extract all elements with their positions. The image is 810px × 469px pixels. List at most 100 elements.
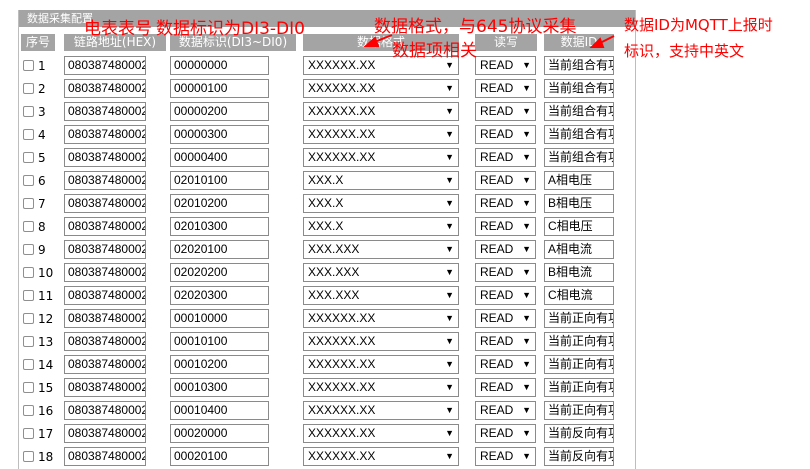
identifier-input[interactable]: 02010200 (170, 194, 269, 213)
identifier-input[interactable]: 00020100 (170, 447, 269, 466)
rw-select[interactable]: READ ▼ (475, 309, 536, 328)
address-input[interactable]: 080387480002 (64, 148, 146, 167)
data-id-input[interactable]: 当前组合有功 (544, 148, 614, 167)
data-id-input[interactable]: 当前正向有功 (544, 378, 614, 397)
data-id-input[interactable]: 当前组合有功 (544, 56, 614, 75)
address-input[interactable]: 080387480002 (64, 102, 146, 121)
format-select[interactable]: XXXXXX.XX ▼ (303, 378, 459, 397)
address-input[interactable]: 080387480002 (64, 309, 146, 328)
identifier-input[interactable]: 00000100 (170, 79, 269, 98)
rw-select[interactable]: READ ▼ (475, 286, 536, 305)
data-id-input[interactable]: B相电流 (544, 263, 614, 282)
rw-select[interactable]: READ ▼ (475, 263, 536, 282)
format-select[interactable]: XXXXXX.XX ▼ (303, 102, 459, 121)
address-input[interactable]: 080387480002 (64, 171, 146, 190)
format-select[interactable]: XXXXXX.XX ▼ (303, 447, 459, 466)
row-checkbox[interactable] (23, 428, 34, 439)
format-select[interactable]: XXX.XXX ▼ (303, 240, 459, 259)
address-input[interactable]: 080387480002 (64, 401, 146, 420)
data-id-input[interactable]: 当前组合有功 (544, 102, 614, 121)
data-id-input[interactable]: 当前组合有功 (544, 125, 614, 144)
identifier-input[interactable]: 00000300 (170, 125, 269, 144)
format-select[interactable]: XXX.X ▼ (303, 217, 459, 236)
identifier-input[interactable]: 00010300 (170, 378, 269, 397)
identifier-input[interactable]: 00000200 (170, 102, 269, 121)
row-checkbox[interactable] (23, 382, 34, 393)
row-checkbox[interactable] (23, 359, 34, 370)
address-input[interactable]: 080387480002 (64, 355, 146, 374)
rw-select[interactable]: READ ▼ (475, 332, 536, 351)
identifier-input[interactable]: 00000400 (170, 148, 269, 167)
row-checkbox[interactable] (23, 175, 34, 186)
identifier-input[interactable]: 00010400 (170, 401, 269, 420)
identifier-input[interactable]: 02010300 (170, 217, 269, 236)
identifier-input[interactable]: 02020100 (170, 240, 269, 259)
format-select[interactable]: XXXXXX.XX ▼ (303, 125, 459, 144)
rw-select[interactable]: READ ▼ (475, 447, 536, 466)
identifier-input[interactable]: 00010000 (170, 309, 269, 328)
address-input[interactable]: 080387480002 (64, 263, 146, 282)
address-input[interactable]: 080387480002 (64, 79, 146, 98)
row-checkbox[interactable] (23, 313, 34, 324)
row-checkbox[interactable] (23, 336, 34, 347)
row-checkbox[interactable] (23, 106, 34, 117)
identifier-input[interactable]: 02020300 (170, 286, 269, 305)
identifier-input[interactable]: 02020200 (170, 263, 269, 282)
address-input[interactable]: 080387480002 (64, 125, 146, 144)
data-id-input[interactable]: C相电流 (544, 286, 614, 305)
rw-select[interactable]: READ ▼ (475, 424, 536, 443)
data-id-input[interactable]: 当前组合有功 (544, 79, 614, 98)
identifier-input[interactable]: 00020000 (170, 424, 269, 443)
format-select[interactable]: XXXXXX.XX ▼ (303, 355, 459, 374)
row-checkbox[interactable] (23, 152, 34, 163)
data-id-input[interactable]: 当前正向有功 (544, 355, 614, 374)
address-input[interactable]: 080387480002 (64, 217, 146, 236)
format-select[interactable]: XXX.X ▼ (303, 194, 459, 213)
row-checkbox[interactable] (23, 129, 34, 140)
data-id-input[interactable]: 当前正向有功 (544, 332, 614, 351)
rw-select[interactable]: READ ▼ (475, 148, 536, 167)
row-checkbox[interactable] (23, 198, 34, 209)
format-select[interactable]: XXX.XXX ▼ (303, 286, 459, 305)
data-id-input[interactable]: C相电压 (544, 217, 614, 236)
rw-select[interactable]: READ ▼ (475, 79, 536, 98)
rw-select[interactable]: READ ▼ (475, 194, 536, 213)
identifier-input[interactable]: 02010100 (170, 171, 269, 190)
rw-select[interactable]: READ ▼ (475, 171, 536, 190)
data-id-input[interactable]: 当前正向有功 (544, 401, 614, 420)
address-input[interactable]: 080387480002 (64, 378, 146, 397)
data-id-input[interactable]: A相电流 (544, 240, 614, 259)
identifier-input[interactable]: 00010200 (170, 355, 269, 374)
address-input[interactable]: 080387480002 (64, 332, 146, 351)
format-select[interactable]: XXX.X ▼ (303, 171, 459, 190)
rw-select[interactable]: READ ▼ (475, 56, 536, 75)
data-id-input[interactable]: 当前正向有功 (544, 309, 614, 328)
address-input[interactable]: 080387480002 (64, 194, 146, 213)
row-checkbox[interactable] (23, 405, 34, 416)
row-checkbox[interactable] (23, 221, 34, 232)
identifier-input[interactable]: 00010100 (170, 332, 269, 351)
rw-select[interactable]: READ ▼ (475, 217, 536, 236)
format-select[interactable]: XXXXXX.XX ▼ (303, 79, 459, 98)
row-checkbox[interactable] (23, 60, 34, 71)
data-id-input[interactable]: 当前反向有功 (544, 424, 614, 443)
row-checkbox[interactable] (23, 83, 34, 94)
rw-select[interactable]: READ ▼ (475, 401, 536, 420)
format-select[interactable]: XXXXXX.XX ▼ (303, 332, 459, 351)
address-input[interactable]: 080387480002 (64, 286, 146, 305)
address-input[interactable]: 080387480002 (64, 240, 146, 259)
data-id-input[interactable]: 当前反向有功 (544, 447, 614, 466)
address-input[interactable]: 080387480002 (64, 56, 146, 75)
rw-select[interactable]: READ ▼ (475, 355, 536, 374)
data-id-input[interactable]: A相电压 (544, 171, 614, 190)
address-input[interactable]: 080387480002 (64, 424, 146, 443)
address-input[interactable]: 080387480002 (64, 447, 146, 466)
rw-select[interactable]: READ ▼ (475, 102, 536, 121)
format-select[interactable]: XXX.XXX ▼ (303, 263, 459, 282)
format-select[interactable]: XXXXXX.XX ▼ (303, 424, 459, 443)
format-select[interactable]: XXXXXX.XX ▼ (303, 309, 459, 328)
row-checkbox[interactable] (23, 451, 34, 462)
row-checkbox[interactable] (23, 244, 34, 255)
format-select[interactable]: XXXXXX.XX ▼ (303, 401, 459, 420)
rw-select[interactable]: READ ▼ (475, 125, 536, 144)
